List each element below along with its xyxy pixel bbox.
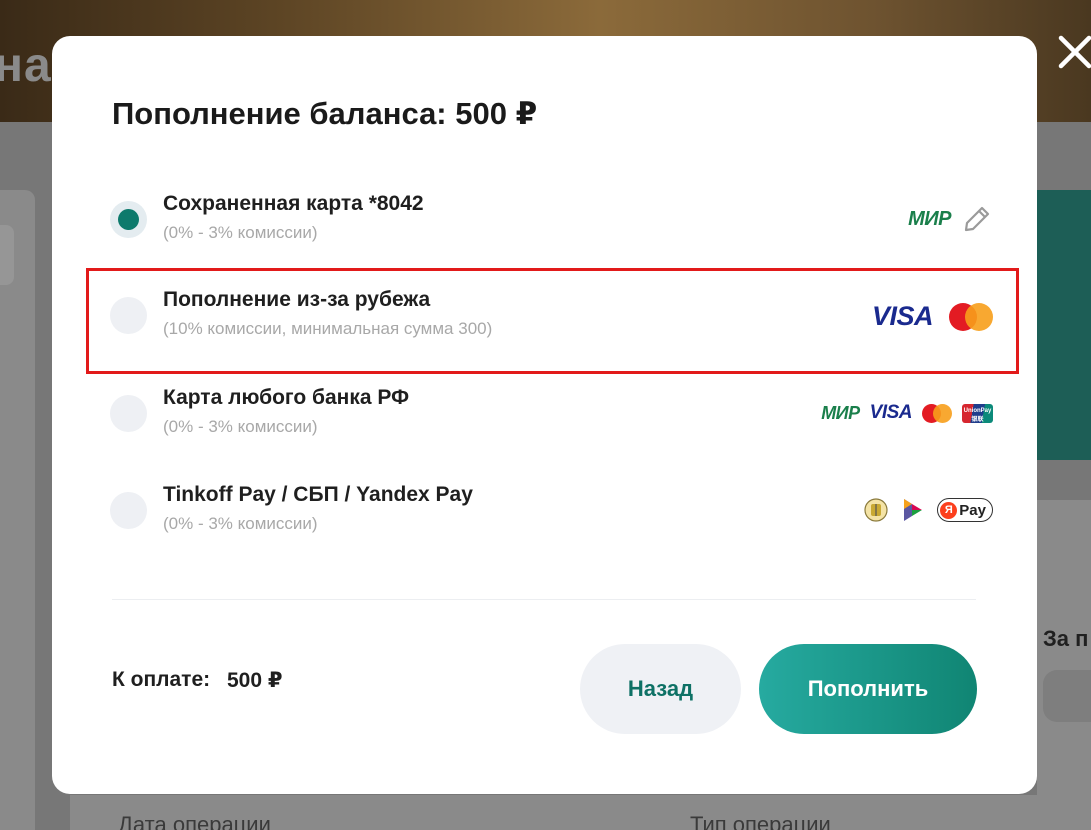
background-column-date: Дата операции [118, 812, 271, 830]
option-subtitle: (10% комиссии, минимальная сумма 300) [163, 319, 493, 338]
mir-logo: МИР [821, 402, 860, 423]
topup-button[interactable]: Пополнить [759, 644, 977, 734]
background-right-teal-panel [1037, 190, 1091, 460]
radio-saved-card[interactable] [110, 201, 147, 238]
payment-option-saved-card[interactable]: Сохраненная карта *8042 (0% - 3% комисси… [86, 172, 1018, 268]
option-logos: МИР [908, 203, 993, 235]
divider [112, 599, 976, 600]
total-label: К оплате: [112, 668, 211, 691]
close-icon[interactable] [1055, 32, 1091, 72]
radio-rf-bank-card[interactable] [110, 395, 147, 432]
option-title: Сохраненная карта *8042 [163, 192, 424, 215]
visa-logo: VISA [869, 402, 913, 423]
option-subtitle: (0% - 3% комиссии) [163, 223, 318, 242]
modal-title: Пополнение баланса: 500 ₽ [112, 96, 538, 131]
payment-option-rf-bank-card[interactable]: Карта любого банка РФ (0% - 3% комиссии)… [86, 366, 1018, 462]
pencil-icon[interactable] [961, 203, 993, 235]
option-subtitle: (0% - 3% комиссии) [163, 514, 318, 533]
option-title: Tinkoff Pay / СБП / Yandex Pay [163, 483, 473, 506]
option-title: Карта любого банка РФ [163, 386, 410, 409]
payment-option-tinkoff-sbp-yandex[interactable]: Tinkoff Pay / СБП / Yandex Pay (0% - 3% … [86, 463, 1018, 559]
yandex-pay-logo: Я Pay [937, 498, 993, 522]
mir-logo: МИР [908, 207, 951, 230]
background-right-text: За п [1043, 626, 1089, 651]
mastercard-logo [922, 403, 952, 423]
total-amount: 500 ₽ [227, 669, 283, 692]
option-subtitle: (0% - 3% комиссии) [163, 417, 318, 436]
option-logos: VISA [872, 301, 993, 332]
background-left-bar [0, 225, 14, 285]
yandex-mark: Я [940, 501, 958, 519]
radio-tinkoff-sbp-yandex[interactable] [110, 492, 147, 529]
payment-option-abroad[interactable]: Пополнение из-за рубежа (10% комиссии, м… [86, 268, 1018, 364]
option-title: Пополнение из-за рубежа [163, 288, 431, 311]
mastercard-logo [949, 302, 993, 331]
back-button[interactable]: Назад [580, 644, 741, 734]
background-right-card [1037, 500, 1091, 830]
radio-abroad[interactable] [110, 297, 147, 334]
unionpay-logo: UnionPay 银联 [962, 403, 993, 423]
yandex-pay-text: Pay [959, 501, 986, 519]
option-logos: МИР VISA UnionPay 银联 [821, 402, 993, 424]
tinkoff-logo [864, 498, 888, 522]
background-right-pill [1043, 670, 1091, 722]
background-left-card [0, 190, 35, 830]
topup-modal: Пополнение баланса: 500 ₽ Сохраненная ка… [52, 36, 1037, 794]
visa-logo: VISA [871, 301, 934, 331]
sbp-logo [904, 499, 923, 521]
option-logos: Я Pay [863, 497, 993, 523]
background-column-type: Тип операции [690, 812, 831, 830]
